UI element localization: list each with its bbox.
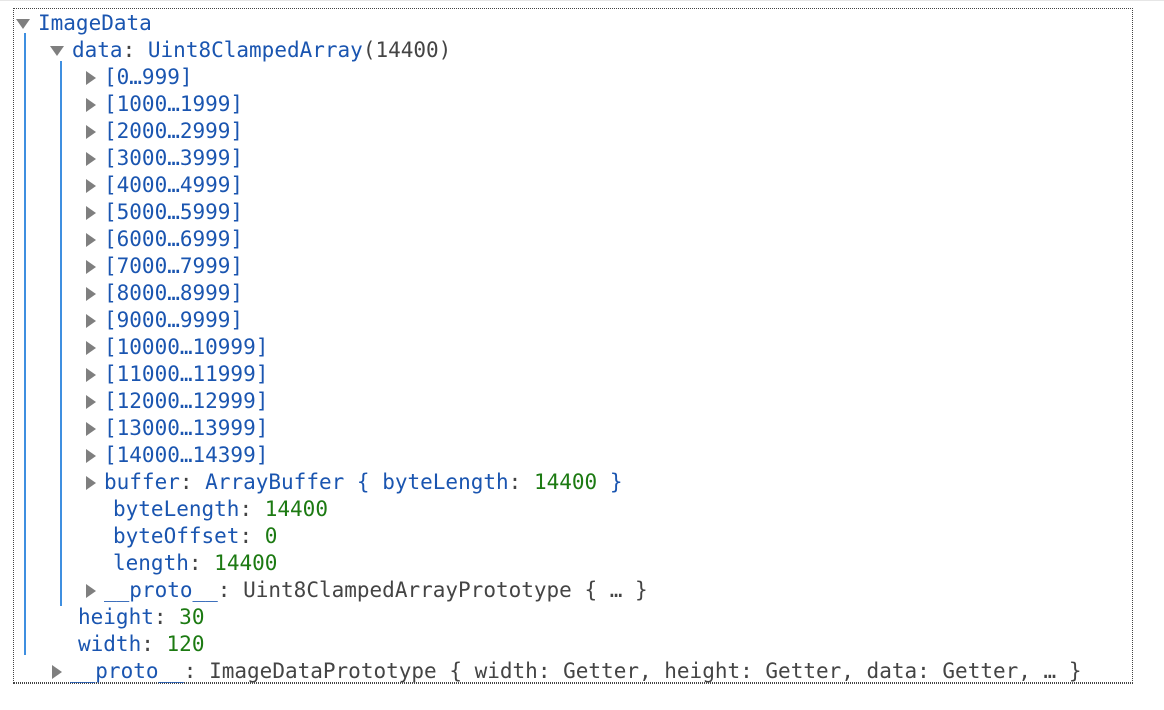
range-label: [12000…12999] bbox=[104, 389, 269, 413]
range-label: [1000…1999] bbox=[104, 92, 244, 116]
range-label: [9000…9999] bbox=[104, 308, 244, 332]
expand-arrow-right-icon[interactable] bbox=[86, 367, 96, 382]
property-length[interactable]: length: 14400 bbox=[113, 550, 277, 577]
top-border bbox=[0, 0, 1164, 1]
expand-arrow-right-icon[interactable] bbox=[86, 97, 96, 112]
expand-arrow-right-icon[interactable] bbox=[52, 664, 62, 679]
tree-node-range[interactable]: [12000…12999] bbox=[86, 388, 268, 415]
tree-guide-root bbox=[24, 33, 26, 655]
property-type: ArrayBuffer bbox=[205, 470, 345, 494]
expand-arrow-right-icon[interactable] bbox=[86, 232, 96, 247]
property-bytelength[interactable]: byteLength: 14400 bbox=[113, 496, 328, 523]
tree-node-range[interactable]: [7000…7999] bbox=[86, 253, 243, 280]
tree-node-data-proto[interactable]: __proto__: Uint8ClampedArrayPrototype { … bbox=[86, 577, 648, 604]
tree-node-buffer[interactable]: buffer: ArrayBuffer { byteLength: 14400 … bbox=[86, 469, 623, 496]
property-key: byteLength bbox=[113, 497, 240, 521]
range-label: [2000…2999] bbox=[104, 119, 244, 143]
tree-node-data[interactable]: data: Uint8ClampedArray (14400) bbox=[50, 37, 451, 64]
expand-arrow-right-icon[interactable] bbox=[86, 151, 96, 166]
expand-arrow-right-icon[interactable] bbox=[86, 340, 96, 355]
expand-arrow-right-icon[interactable] bbox=[86, 286, 96, 301]
property-key: length bbox=[113, 551, 189, 575]
expand-arrow-right-icon[interactable] bbox=[86, 70, 96, 85]
property-width[interactable]: width: 120 bbox=[78, 631, 204, 658]
property-value: 120 bbox=[166, 632, 205, 656]
tree-node-range[interactable]: [4000…4999] bbox=[86, 172, 243, 199]
expand-arrow-right-icon[interactable] bbox=[86, 448, 96, 463]
tree-node-range[interactable]: [14000…14399] bbox=[86, 442, 268, 469]
tree-node-range[interactable]: [5000…5999] bbox=[86, 199, 243, 226]
property-value: Uint8ClampedArrayPrototype { … } bbox=[243, 578, 648, 602]
tree-node-imagedata[interactable]: ImageData bbox=[16, 10, 152, 37]
tree-node-range[interactable]: [3000…3999] bbox=[86, 145, 243, 172]
expand-arrow-right-icon[interactable] bbox=[86, 205, 96, 220]
expand-arrow-right-icon[interactable] bbox=[86, 394, 96, 409]
expand-arrow-down-icon[interactable] bbox=[16, 18, 30, 29]
property-key: __proto__ bbox=[104, 578, 218, 602]
brace-open: { bbox=[356, 470, 370, 494]
expand-arrow-down-icon[interactable] bbox=[50, 45, 64, 56]
expand-arrow-right-icon[interactable] bbox=[86, 259, 96, 274]
range-label: [0…999] bbox=[104, 65, 193, 89]
inner-value: 14400 bbox=[533, 470, 598, 494]
property-key: width bbox=[78, 632, 142, 656]
bottom-border bbox=[13, 683, 1133, 684]
tree-node-root-proto[interactable]: __proto__: ImageDataPrototype { width: G… bbox=[52, 658, 1081, 685]
property-value: 0 bbox=[264, 524, 278, 548]
expand-arrow-right-icon[interactable] bbox=[86, 178, 96, 193]
property-value: 14400 bbox=[214, 551, 278, 575]
tree-node-range[interactable]: [6000…6999] bbox=[86, 226, 243, 253]
property-value: ImageDataPrototype { width: Getter, heig… bbox=[209, 659, 1082, 683]
expand-arrow-right-icon[interactable] bbox=[86, 124, 96, 139]
property-type: Uint8ClampedArray bbox=[147, 38, 363, 62]
property-key: __proto__ bbox=[70, 659, 184, 683]
brace-close: } bbox=[609, 470, 623, 494]
range-label: [8000…8999] bbox=[104, 281, 244, 305]
tree-node-range[interactable]: [0…999] bbox=[86, 64, 193, 91]
range-label: [5000…5999] bbox=[104, 200, 244, 224]
tree-guide-data bbox=[60, 61, 62, 606]
range-label: [6000…6999] bbox=[104, 227, 244, 251]
expand-arrow-right-icon[interactable] bbox=[86, 583, 96, 598]
tree-node-range[interactable]: [11000…11999] bbox=[86, 361, 268, 388]
property-value: 30 bbox=[179, 605, 205, 629]
property-value: 14400 bbox=[264, 497, 328, 521]
tree-node-range[interactable]: [9000…9999] bbox=[86, 307, 243, 334]
tree-node-range[interactable]: [10000…10999] bbox=[86, 334, 268, 361]
array-count: (14400) bbox=[362, 38, 452, 62]
tree-node-range[interactable]: [1000…1999] bbox=[86, 91, 243, 118]
range-label: [14000…14399] bbox=[104, 443, 269, 467]
expand-arrow-right-icon[interactable] bbox=[86, 313, 96, 328]
tree-node-range[interactable]: [2000…2999] bbox=[86, 118, 243, 145]
inner-key: byteLength bbox=[382, 470, 509, 494]
expand-arrow-right-icon[interactable] bbox=[86, 421, 96, 436]
range-label: [4000…4999] bbox=[104, 173, 244, 197]
property-key: byteOffset bbox=[113, 524, 240, 548]
property-height[interactable]: height: 30 bbox=[78, 604, 204, 631]
colon: : bbox=[122, 38, 136, 62]
property-key: height bbox=[78, 605, 154, 629]
range-label: [10000…10999] bbox=[104, 335, 269, 359]
node-label: ImageData bbox=[38, 11, 152, 35]
expand-arrow-right-icon[interactable] bbox=[86, 475, 96, 490]
property-key: buffer bbox=[104, 470, 180, 494]
property-key: data bbox=[72, 38, 123, 62]
tree-node-range[interactable]: [8000…8999] bbox=[86, 280, 243, 307]
property-byteoffset[interactable]: byteOffset: 0 bbox=[113, 523, 277, 550]
range-label: [3000…3999] bbox=[104, 146, 244, 170]
range-label: [11000…11999] bbox=[104, 362, 269, 386]
tree-node-range[interactable]: [13000…13999] bbox=[86, 415, 268, 442]
range-label: [13000…13999] bbox=[104, 416, 269, 440]
range-label: [7000…7999] bbox=[104, 254, 244, 278]
